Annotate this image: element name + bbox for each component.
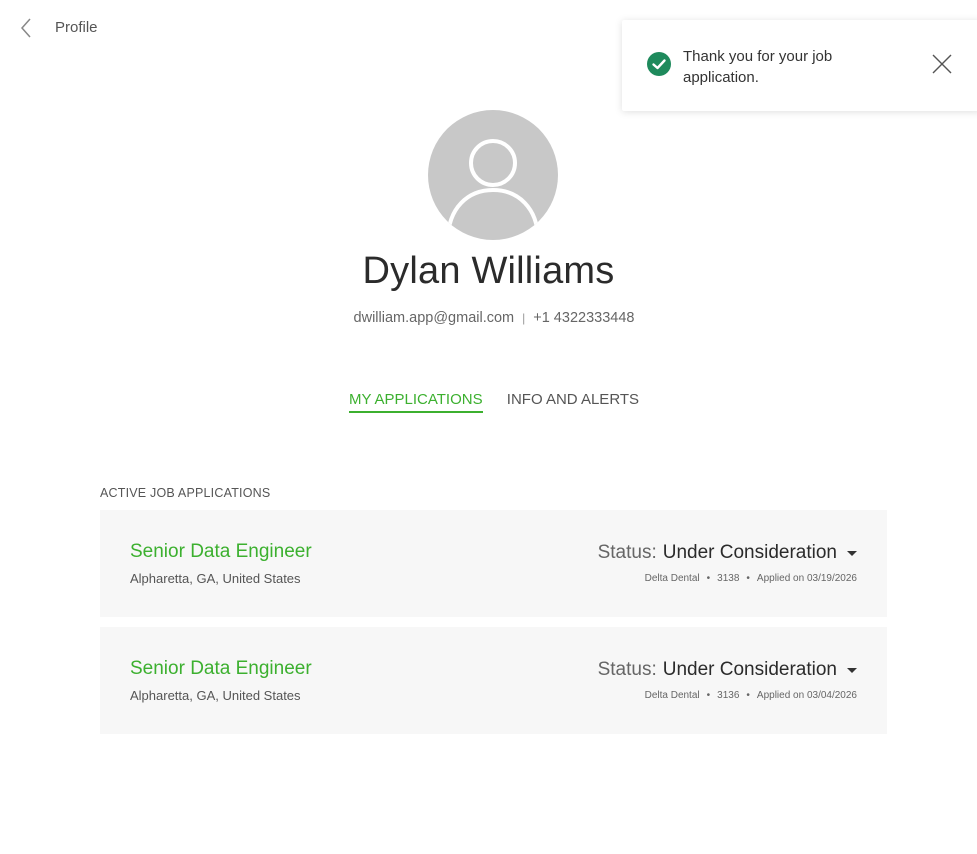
job-title-link[interactable]: Senior Data Engineer: [130, 658, 312, 680]
application-card: Senior Data Engineer Alpharetta, GA, Uni…: [100, 510, 887, 617]
bullet-separator: •: [746, 573, 750, 584]
page-title: Profile: [55, 19, 98, 36]
status-label: Status:: [597, 659, 657, 680]
applied-date: Applied on 03/19/2026: [756, 573, 857, 584]
company-name: Delta Dental: [644, 690, 700, 701]
application-meta: Delta Dental • 3138 • Applied on 03/19/2026: [645, 573, 857, 584]
status-label: Status:: [597, 542, 657, 563]
profile-name: Dylan Williams: [362, 250, 615, 292]
application-meta: Delta Dental • 3136 • Applied on 03/04/2026: [645, 690, 857, 701]
caret-down-icon: [847, 550, 857, 556]
job-location: Alpharetta, GA, United States: [130, 688, 301, 703]
job-location: Alpharetta, GA, United States: [130, 571, 301, 586]
avatar: [428, 110, 558, 240]
check-circle-icon: [647, 52, 671, 76]
job-id: 3138: [717, 573, 740, 584]
close-icon[interactable]: [931, 53, 953, 75]
bullet-separator: •: [746, 690, 750, 701]
bullet-separator: •: [706, 573, 711, 584]
job-title-link[interactable]: Senior Data Engineer: [130, 541, 312, 563]
tab-info-and-alerts[interactable]: INFO AND ALERTS: [507, 391, 639, 411]
user-silhouette-icon: [446, 139, 540, 240]
tab-my-applications[interactable]: MY APPLICATIONS: [348, 391, 483, 413]
profile-phone: +1 4322333448: [533, 310, 635, 326]
status-value: Under Consideration: [662, 542, 837, 563]
profile-email: dwilliam.app@gmail.com: [353, 310, 515, 326]
status-dropdown[interactable]: Status: Under Consideration: [598, 659, 857, 681]
company-name: Delta Dental: [644, 573, 700, 584]
status-value: Under Consideration: [662, 659, 837, 680]
caret-down-icon: [847, 667, 857, 673]
toast-message: Thank you for your job application.: [683, 48, 833, 86]
status-dropdown[interactable]: Status: Under Consideration: [598, 542, 857, 564]
back-chevron-icon[interactable]: [18, 17, 38, 39]
contact-separator: |: [522, 311, 526, 325]
applied-date: Applied on 03/04/2026: [756, 690, 857, 701]
job-id: 3136: [717, 690, 740, 701]
application-card: Senior Data Engineer Alpharetta, GA, Uni…: [100, 627, 887, 734]
contact-line: dwilliam.app@gmail.com | +1 4322333448: [0, 310, 977, 326]
success-toast: Thank you for your job application.: [622, 20, 977, 111]
profile-tabs: MY APPLICATIONS INFO AND ALERTS: [0, 391, 977, 413]
section-heading: ACTIVE JOB APPLICATIONS: [100, 486, 271, 500]
bullet-separator: •: [706, 690, 711, 701]
